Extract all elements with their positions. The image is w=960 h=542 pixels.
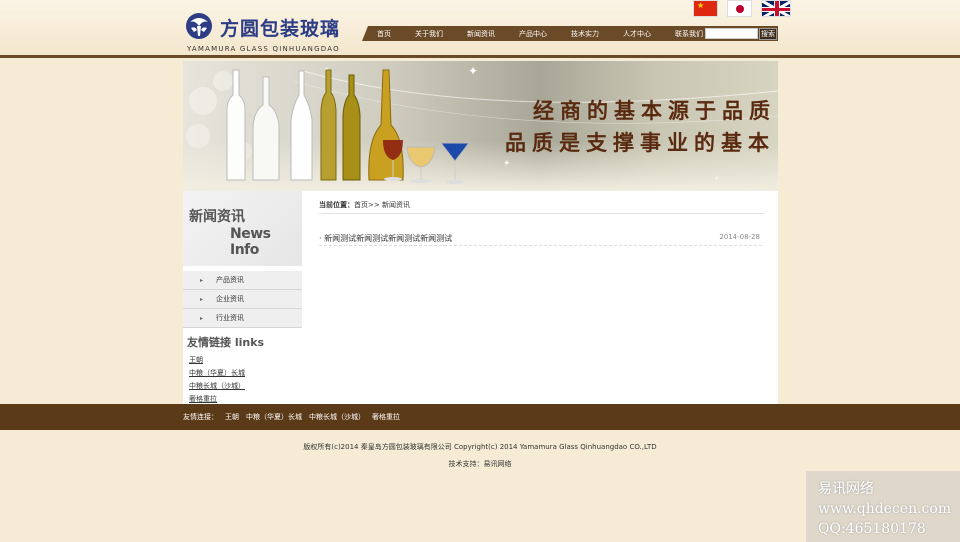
breadcrumb-path[interactable]: 首页>> 新闻资讯 [354,201,410,209]
breadcrumb: 当前位置：首页>> 新闻资讯 [319,200,764,214]
news-title-link[interactable]: · 新闻测试新闻测试新闻测试新闻测试 [319,233,452,244]
main-panel: 当前位置：首页>> 新闻资讯 · 新闻测试新闻测试新闻测试新闻测试 2014-0… [302,191,778,404]
hero-banner: ✦ ✦ ✦ ✦ 经商的基本源于品质 品质是支撑事业的基本 [183,61,778,191]
japanese-flag-icon[interactable] [727,0,752,17]
watermark-line: www.qhdecen.com [818,501,952,517]
english-flag-icon[interactable] [761,0,791,17]
nav-news[interactable]: 新闻资讯 [467,29,495,39]
sidebar-item-product-news[interactable]: ▸ 产品资讯 [183,271,302,290]
nav-products[interactable]: 产品中心 [519,29,547,39]
nav-about[interactable]: 关于我们 [415,29,443,39]
friend-link[interactable]: 中粮长城（沙城） [189,380,245,393]
sidebar-header: 新闻资讯 News Info [183,191,302,266]
search-input[interactable] [705,28,758,39]
language-switcher: ★ [693,0,791,17]
tech-support-text: 技术支持：易讯网络 [448,460,512,468]
watermark-line: QQ:465180178 [818,521,926,537]
news-date: 2014-08-28 [719,233,760,241]
arrow-right-icon: ▸ [200,314,204,322]
footer-links-bar: 友情连接： 王朝 中粮（华夏）长城 中粮长城（沙城） 奢格重拉 [0,404,960,430]
sidebar-item-label: 行业资讯 [216,314,245,322]
footer-link[interactable]: 中粮（华夏）长城 [246,412,302,422]
banner-slogan-2: 品质是支撑事业的基本 [505,130,775,155]
sidebar-title-cn: 新闻资讯 [189,209,245,225]
footer-links-label: 友情连接： [183,413,218,421]
nav-careers[interactable]: 人才中心 [623,29,651,39]
watermark: 易讯网络 www.qhdecen.com QQ:465180178 [806,471,960,542]
sidebar-category-list: ▸ 产品资讯 ▸ 企业资讯 ▸ 行业资讯 [183,271,302,328]
copyright-text: 版权所有(c)2014 秦皇岛方圆包装玻璃有限公司 Copyright(c) 2… [303,443,657,451]
logo-subtitle: YAMAMURA GLASS QINHUANGDAO [187,45,340,53]
arrow-right-icon: ▸ [200,276,204,284]
nav-home[interactable]: 首页 [377,29,391,39]
friend-link[interactable]: 王朝 [189,354,245,367]
site-header: 方圆包装玻璃 YAMAMURA GLASS QINHUANGDAO ★ 首页 关… [0,0,960,58]
footer-link[interactable]: 王朝 [225,412,239,422]
nav-technology[interactable]: 技术实力 [571,29,599,39]
banner-slogan-1: 经商的基本源于品质 [533,98,776,123]
sidebar-item-label: 企业资讯 [216,295,245,303]
watermark-line: 易讯网络 [818,481,874,497]
friend-links-list: 王朝 中粮（华夏）长城 中粮长城（沙城） 奢格重拉 [189,354,245,406]
news-list-item: · 新闻测试新闻测试新闻测试新闻测试 2014-08-28 [319,231,762,246]
logo-text[interactable]: 方圆包装玻璃 [220,14,340,41]
sidebar-item-industry-news[interactable]: ▸ 行业资讯 [183,309,302,328]
sidebar: 新闻资讯 News Info ▸ 产品资讯 ▸ 企业资讯 ▸ 行业资讯 友情链接… [183,191,302,404]
chinese-flag-icon[interactable]: ★ [693,0,718,17]
logo-icon [186,13,212,39]
friend-links-title: 友情链接 links [187,336,265,349]
sidebar-item-company-news[interactable]: ▸ 企业资讯 [183,290,302,309]
sidebar-title-en: News Info [230,226,271,258]
nav-contact[interactable]: 联系我们 [675,29,703,39]
arrow-right-icon: ▸ [200,295,204,303]
breadcrumb-label: 当前位置： [319,201,354,209]
search-button[interactable]: 搜索 [759,28,777,40]
bottles-illustration [226,69,471,184]
footer-link[interactable]: 中粮长城（沙城） [309,412,365,422]
content-area: 新闻资讯 News Info ▸ 产品资讯 ▸ 企业资讯 ▸ 行业资讯 友情链接… [183,191,778,404]
footer-link[interactable]: 奢格重拉 [372,412,400,422]
sidebar-item-label: 产品资讯 [216,276,245,284]
friend-link[interactable]: 中粮（华夏）长城 [189,367,245,380]
